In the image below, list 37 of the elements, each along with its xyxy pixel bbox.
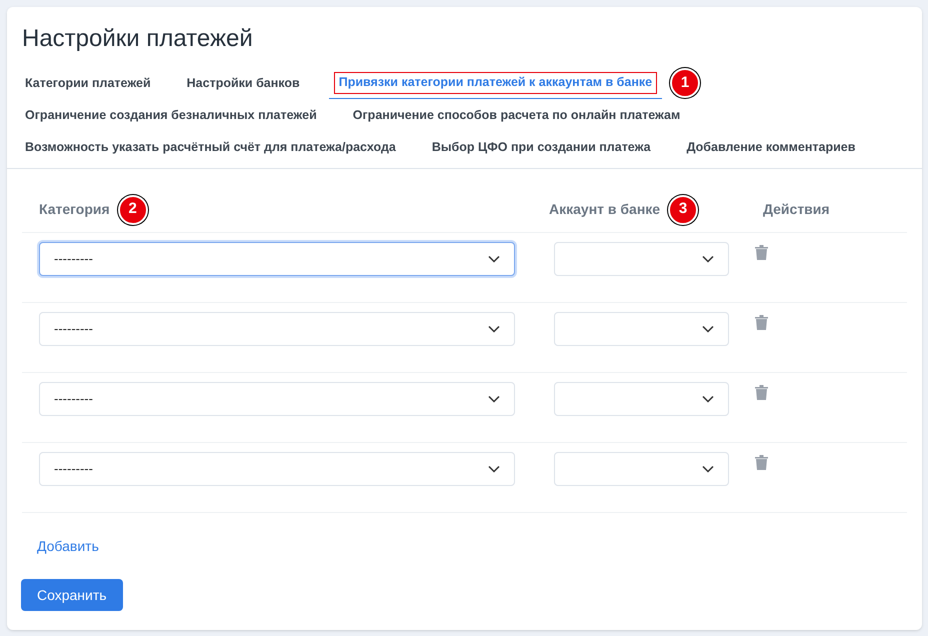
category-select[interactable]: --------- xyxy=(39,382,515,416)
trash-icon[interactable] xyxy=(755,315,768,330)
account-select[interactable] xyxy=(554,382,729,416)
chevron-down-icon xyxy=(488,465,500,473)
chevron-down-icon xyxy=(702,255,714,263)
chevron-down-icon xyxy=(702,325,714,333)
trash-icon[interactable] xyxy=(755,385,768,400)
column-header: Действия xyxy=(763,200,830,219)
tab[interactable]: Ограничение создания безналичных платежей xyxy=(18,99,324,131)
trash-icon[interactable] xyxy=(755,245,768,260)
page-title: Настройки платежей xyxy=(21,24,254,54)
callout-marker: 3 xyxy=(668,194,698,224)
chevron-down-icon xyxy=(488,325,500,333)
add-link[interactable]: Добавить xyxy=(37,538,99,554)
tab[interactable]: Ограничение способов расчета по онлайн платежам xyxy=(346,99,688,131)
column-header: Категория xyxy=(39,200,110,219)
chevron-down-icon xyxy=(702,395,714,403)
category-select[interactable]: --------- xyxy=(39,242,515,276)
tab[interactable]: Привязки категории платежей к аккаунтам в банке xyxy=(328,67,662,99)
tab[interactable]: Категории платежей xyxy=(18,67,158,99)
tab[interactable]: Выбор ЦФО при создании платежа xyxy=(424,131,658,163)
chevron-down-icon xyxy=(488,395,500,403)
tab[interactable]: Настройки банков xyxy=(180,67,307,99)
column-header: Аккаунт в банке xyxy=(549,200,660,219)
tab[interactable]: Добавление комментариев xyxy=(680,131,862,163)
account-select[interactable] xyxy=(554,312,729,346)
account-select[interactable] xyxy=(554,452,729,486)
callout-marker: 2 xyxy=(118,194,148,224)
category-select[interactable]: --------- xyxy=(39,312,515,346)
account-select[interactable] xyxy=(554,242,729,276)
callout-marker: 1 xyxy=(670,68,700,98)
category-select[interactable]: --------- xyxy=(39,452,515,486)
tab[interactable]: Возможность указать расчётный счёт для платежа/расхода xyxy=(18,131,403,163)
chevron-down-icon xyxy=(488,255,500,263)
trash-icon[interactable] xyxy=(755,455,768,470)
chevron-down-icon xyxy=(702,465,714,473)
save-button[interactable]: Сохранить xyxy=(21,579,123,611)
